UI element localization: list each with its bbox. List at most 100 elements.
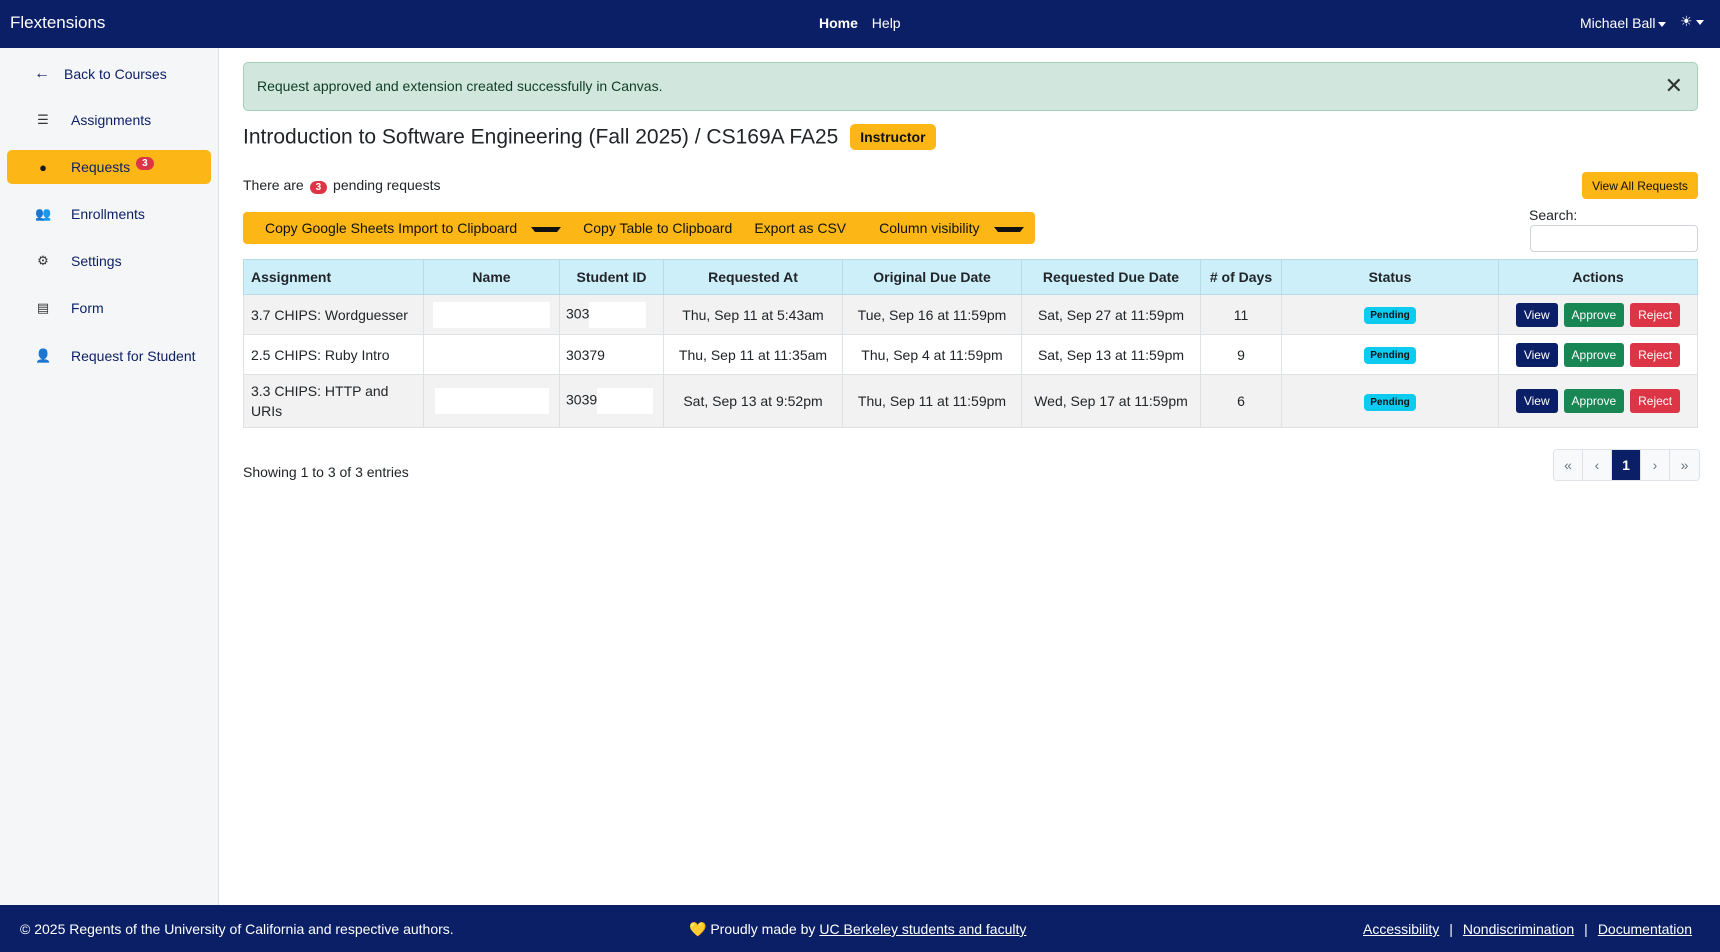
list-check-icon: ☰ — [37, 112, 49, 127]
chevron-down-icon — [531, 226, 562, 232]
column-header[interactable]: Name — [423, 259, 560, 295]
separator: | — [1584, 921, 1588, 937]
brand-logo[interactable]: Flextensions — [10, 13, 105, 33]
pending-count-badge: 3 — [309, 181, 328, 194]
back-to-courses-link[interactable]: ← Back to Courses — [34, 63, 167, 85]
view-button[interactable]: View — [1515, 389, 1558, 413]
alert-message: Request approved and extension created s… — [257, 78, 663, 94]
view-button[interactable]: View — [1515, 342, 1558, 367]
actions-cell: View Approve Reject — [1498, 374, 1698, 428]
redacted-name — [434, 388, 549, 414]
reject-button[interactable]: Reject — [1630, 342, 1681, 367]
assignment-cell: 2.5 CHIPS: Ruby Intro — [243, 334, 424, 375]
actions-cell: View Approve Reject — [1498, 294, 1698, 335]
student-id: 3039 — [566, 391, 598, 408]
sidebar-item-enrollments[interactable]: 👥 Enrollments — [7, 197, 211, 231]
requests-count-badge: 3 — [136, 156, 154, 170]
close-icon[interactable]: ✕ — [1665, 75, 1683, 97]
sidebar-item-label: Settings — [71, 253, 122, 269]
made-by-link[interactable]: UC Berkeley students and faculty — [819, 921, 1026, 937]
copyright: © 2025 Regents of the University of Cali… — [20, 921, 454, 937]
user-menu[interactable]: Michael Ball — [1580, 15, 1667, 31]
last-page-button[interactable]: » — [1670, 450, 1699, 480]
arrow-left-icon: ← — [34, 65, 50, 82]
column-header[interactable]: Requested Due Date — [1021, 259, 1201, 295]
column-visibility-label: Column visibility — [879, 220, 980, 236]
approve-button[interactable]: Approve — [1563, 389, 1625, 413]
copy-sheets-dropdown[interactable]: Copy Google Sheets Import to Clipboard — [243, 220, 572, 236]
made-by-prefix: 💛 Proudly made by — [689, 921, 816, 937]
column-header[interactable]: Original Due Date — [842, 259, 1022, 295]
sidebar-item-form[interactable]: ▤ Form — [7, 291, 211, 325]
gear-icon: ⚙ — [37, 253, 49, 268]
requested-due-cell: Sat, Sep 27 at 11:59pm — [1021, 294, 1201, 335]
assignment-cell: 3.3 CHIPS: HTTP and URIs — [243, 374, 424, 428]
table-info: Showing 1 to 3 of 3 entries — [243, 464, 409, 480]
users-icon: 👥 — [35, 206, 52, 221]
sidebar-item-label: Requests — [71, 159, 131, 175]
sidebar-item-requests[interactable]: ● Requests 3 — [7, 150, 211, 184]
nondiscrimination-link[interactable]: Nondiscrimination — [1463, 921, 1574, 937]
name-cell — [423, 334, 560, 375]
approve-button[interactable]: Approve — [1563, 342, 1625, 367]
course-title: Introduction to Software Engineering (Fa… — [243, 125, 839, 149]
back-label: Back to Courses — [64, 66, 167, 82]
search-label: Search: — [1529, 207, 1578, 223]
requested-at-cell: Thu, Sep 11 at 5:43am — [663, 294, 843, 335]
days-cell: 6 — [1200, 374, 1282, 428]
first-page-button[interactable]: « — [1554, 450, 1583, 480]
user-name: Michael Ball — [1580, 15, 1656, 31]
column-visibility-dropdown[interactable]: Column visibility — [857, 220, 1034, 236]
column-header[interactable]: Assignment — [243, 259, 424, 295]
name-cell — [423, 294, 560, 335]
view-button[interactable]: View — [1515, 302, 1558, 327]
days-cell: 9 — [1200, 334, 1282, 375]
column-header[interactable]: Status — [1281, 259, 1499, 295]
theme-toggle[interactable]: ☀ — [1680, 13, 1704, 30]
status-cell: Pending — [1281, 294, 1499, 335]
accessibility-link[interactable]: Accessibility — [1363, 921, 1439, 937]
original-due-cell: Thu, Sep 4 at 11:59pm — [842, 334, 1022, 375]
page-1-button[interactable]: 1 — [1612, 450, 1641, 480]
nav-help-link[interactable]: Help — [872, 15, 901, 31]
pending-suffix: pending requests — [333, 177, 441, 193]
documentation-link[interactable]: Documentation — [1598, 921, 1692, 937]
sidebar-item-label: Enrollments — [71, 206, 145, 222]
status-badge: Pending — [1364, 347, 1416, 364]
role-badge: Instructor — [850, 124, 936, 150]
redacted-name — [433, 301, 550, 328]
table-row: 3.7 CHIPS: Wordguesser 303 Thu, Sep 11 a… — [243, 294, 1698, 335]
column-header[interactable]: Requested At — [663, 259, 843, 295]
chevron-down-icon — [1658, 21, 1667, 27]
assignment-cell: 3.7 CHIPS: Wordguesser — [243, 294, 424, 335]
approve-button[interactable]: Approve — [1563, 302, 1625, 327]
sidebar-item-request-for-student[interactable]: 👤 Request for Student — [7, 339, 211, 373]
footer-links: Accessibility | Nondiscrimination | Document… — [1363, 921, 1692, 937]
days-cell: 11 — [1200, 294, 1282, 335]
search-input[interactable] — [1530, 225, 1698, 252]
sidebar-item-settings[interactable]: ⚙ Settings — [7, 244, 211, 278]
chevron-down-icon — [993, 226, 1024, 232]
requested-due-cell: Wed, Sep 17 at 11:59pm — [1021, 374, 1201, 428]
column-header[interactable]: Actions — [1498, 259, 1698, 295]
column-header[interactable]: Student ID — [559, 259, 664, 295]
reject-button[interactable]: Reject — [1630, 389, 1681, 413]
copy-table-button[interactable]: Copy Table to Clipboard — [572, 220, 743, 236]
nav-home-link[interactable]: Home — [819, 15, 858, 31]
status-cell: Pending — [1281, 334, 1499, 375]
next-page-button[interactable]: › — [1641, 450, 1670, 480]
reject-button[interactable]: Reject — [1630, 302, 1681, 327]
copy-sheets-label: Copy Google Sheets Import to Clipboard — [265, 220, 518, 236]
success-alert: Request approved and extension created s… — [243, 62, 1698, 111]
column-header[interactable]: # of Days — [1200, 259, 1282, 295]
original-due-cell: Tue, Sep 16 at 11:59pm — [842, 294, 1022, 335]
export-csv-button[interactable]: Export as CSV — [743, 220, 857, 236]
actions-cell: View Approve Reject — [1498, 334, 1698, 375]
top-navbar: Flextensions Home Help Michael Ball ☀ — [0, 0, 1720, 48]
student-id-cell: 30379 — [559, 334, 664, 375]
prev-page-button[interactable]: ‹ — [1583, 450, 1612, 480]
view-all-requests-button[interactable]: View All Requests — [1582, 172, 1698, 199]
sidebar-item-assignments[interactable]: ☰ Assignments — [7, 103, 211, 137]
user-plus-icon: 👤 — [35, 348, 52, 363]
sidebar: ← Back to Courses ☰ Assignments ● Reques… — [0, 48, 219, 905]
